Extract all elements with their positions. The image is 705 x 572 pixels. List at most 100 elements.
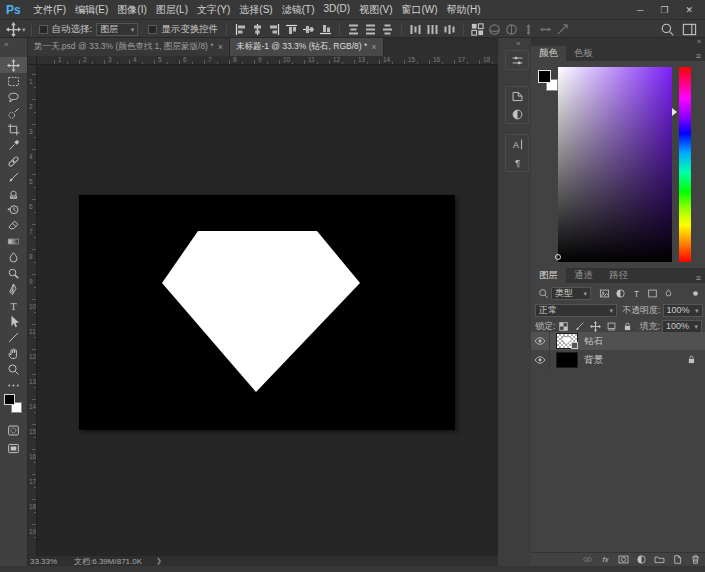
distribute-bottom-edges-button[interactable] bbox=[380, 22, 395, 37]
clone-stamp-tool[interactable] bbox=[0, 185, 27, 201]
align-right-edges-button[interactable] bbox=[267, 22, 282, 37]
close-button[interactable]: ✕ bbox=[685, 5, 693, 15]
layer-row-钻石[interactable]: 钻石 bbox=[531, 332, 705, 350]
layers-panel-tab-channels[interactable]: 通道 bbox=[566, 268, 601, 283]
menu-edit[interactable]: 编辑(E) bbox=[70, 3, 112, 17]
pen-tool[interactable] bbox=[0, 281, 27, 297]
new-group-button[interactable] bbox=[652, 553, 666, 566]
lasso-tool[interactable] bbox=[0, 89, 27, 105]
color-panel-tab-swatches[interactable]: 色板 bbox=[566, 46, 601, 61]
pixel-layer-filter-button[interactable] bbox=[597, 287, 611, 300]
hue-slider-pointer[interactable] bbox=[672, 108, 677, 116]
lock-artboard-button[interactable] bbox=[605, 320, 619, 333]
hand-tool[interactable] bbox=[0, 345, 27, 361]
layers-panel-tab-layers[interactable]: 图层 bbox=[531, 268, 566, 283]
add-layer-mask-button[interactable] bbox=[616, 553, 630, 566]
dodge-tool[interactable] bbox=[0, 265, 27, 281]
align-left-edges-button[interactable] bbox=[233, 22, 248, 37]
opacity-field[interactable]: 100%▾ bbox=[663, 304, 703, 317]
adjustments-panel-icon[interactable] bbox=[506, 105, 528, 123]
menu-select[interactable]: 选择(S) bbox=[235, 3, 277, 17]
character-panel-icon[interactable]: A bbox=[506, 135, 528, 153]
distribute-top-edges-button[interactable] bbox=[346, 22, 361, 37]
auto-select-target-dropdown[interactable]: 图层▾ bbox=[96, 23, 138, 36]
document-tab-1[interactable]: 第一天.psd @ 33.3% (颜色查找 1, 图层蒙版/8) *× bbox=[28, 38, 230, 56]
libraries-panel-icon[interactable] bbox=[506, 87, 528, 105]
menu-filter[interactable]: 滤镜(T) bbox=[277, 3, 319, 17]
3d-rotate-button[interactable] bbox=[487, 22, 502, 37]
spot-healing-brush-tool[interactable] bbox=[0, 153, 27, 169]
document-tab-2[interactable]: 未标题-1 @ 33.3% (钻石, RGB/8) *× bbox=[230, 38, 384, 56]
new-adjustment-layer-button[interactable] bbox=[634, 553, 648, 566]
crop-tool[interactable] bbox=[0, 121, 27, 137]
quick-mask-mode-button[interactable] bbox=[0, 422, 27, 438]
show-transform-checkbox[interactable] bbox=[148, 25, 157, 34]
tool-preset-caret[interactable]: ▾ bbox=[22, 26, 26, 33]
zoom-tool[interactable] bbox=[0, 361, 27, 377]
properties-panel-icon[interactable] bbox=[506, 51, 528, 69]
eraser-tool[interactable] bbox=[0, 217, 27, 233]
distribute-vertical-centers-button[interactable] bbox=[363, 22, 378, 37]
tab-close-icon[interactable]: × bbox=[218, 42, 223, 52]
minimize-button[interactable]: ─ bbox=[637, 5, 643, 15]
quick-selection-tool[interactable] bbox=[0, 105, 27, 121]
align-top-edges-button[interactable] bbox=[284, 22, 299, 37]
layer-filter-toggle[interactable] bbox=[688, 287, 702, 300]
distribute-horizontal-centers-button[interactable] bbox=[425, 22, 440, 37]
lock-image-pixels-button[interactable] bbox=[573, 320, 587, 333]
adjustment-layer-filter-button[interactable] bbox=[613, 287, 627, 300]
status-chevron-icon[interactable]: ❯ bbox=[156, 557, 162, 565]
tab-close-icon[interactable]: × bbox=[371, 42, 376, 52]
auto-align-layers-button[interactable] bbox=[470, 22, 485, 37]
maximize-button[interactable]: ❐ bbox=[660, 5, 668, 15]
gradient-tool[interactable] bbox=[0, 233, 27, 249]
layer-filter-type-dropdown[interactable]: 类型▾ bbox=[551, 287, 591, 300]
move-tool[interactable] bbox=[0, 57, 27, 73]
blend-mode-dropdown[interactable]: 正常▾ bbox=[535, 304, 617, 317]
layer-thumbnail[interactable] bbox=[556, 352, 578, 368]
paragraph-panel-icon[interactable]: ¶ bbox=[506, 153, 528, 171]
foreground-color-tool[interactable] bbox=[4, 394, 15, 405]
layer-name[interactable]: 背景 bbox=[584, 354, 603, 367]
3d-drag-button[interactable] bbox=[521, 22, 536, 37]
menu-help[interactable]: 帮助(H) bbox=[442, 3, 485, 17]
align-horizontal-centers-button[interactable] bbox=[250, 22, 265, 37]
3d-slide-button[interactable] bbox=[538, 22, 553, 37]
menu-3d[interactable]: 3D(D) bbox=[319, 3, 355, 17]
distribute-right-edges-button[interactable] bbox=[442, 22, 457, 37]
menu-layer[interactable]: 图层(L) bbox=[151, 3, 192, 17]
history-brush-tool[interactable] bbox=[0, 201, 27, 217]
menu-window[interactable]: 窗口(W) bbox=[397, 3, 442, 17]
toolbar-collapse-button[interactable]: » bbox=[4, 40, 8, 49]
saturation-brightness-field[interactable] bbox=[558, 67, 672, 262]
lock-position-button[interactable] bbox=[589, 320, 603, 333]
rectangular-marquee-tool[interactable] bbox=[0, 73, 27, 89]
screen-mode-button[interactable] bbox=[0, 440, 27, 456]
type-tool[interactable]: T bbox=[0, 297, 27, 313]
align-vertical-centers-button[interactable] bbox=[301, 22, 316, 37]
edit-toolbar-button[interactable] bbox=[0, 377, 27, 393]
layers-panel-menu-icon[interactable]: ≡ bbox=[696, 273, 701, 283]
delete-layer-button[interactable] bbox=[688, 553, 702, 566]
canvas-pasteboard[interactable] bbox=[37, 65, 498, 556]
3d-scale-button[interactable] bbox=[555, 22, 570, 37]
new-layer-button[interactable] bbox=[670, 553, 684, 566]
link-layers-button[interactable] bbox=[580, 553, 594, 566]
lock-all-button[interactable] bbox=[621, 320, 635, 333]
layer-search-icon[interactable] bbox=[536, 287, 550, 300]
line-tool[interactable] bbox=[0, 329, 27, 345]
color-panel-tab-color[interactable]: 颜色 bbox=[531, 46, 566, 61]
blur-tool[interactable] bbox=[0, 249, 27, 265]
eyedropper-tool[interactable] bbox=[0, 137, 27, 153]
hue-slider[interactable] bbox=[679, 67, 691, 262]
layer-visibility-eye-icon[interactable] bbox=[531, 332, 550, 350]
layer-visibility-eye-icon[interactable] bbox=[531, 351, 550, 369]
lock-transparent-pixels-button[interactable] bbox=[557, 320, 571, 333]
color-panel-menu-icon[interactable]: ≡ bbox=[696, 51, 701, 61]
distribute-left-edges-button[interactable] bbox=[408, 22, 423, 37]
auto-select-checkbox[interactable] bbox=[39, 25, 48, 34]
smart-object-filter-button[interactable] bbox=[661, 287, 675, 300]
search-button[interactable] bbox=[660, 22, 675, 37]
3d-roll-button[interactable] bbox=[504, 22, 519, 37]
zoom-level-field[interactable]: 33.33% bbox=[30, 557, 66, 566]
